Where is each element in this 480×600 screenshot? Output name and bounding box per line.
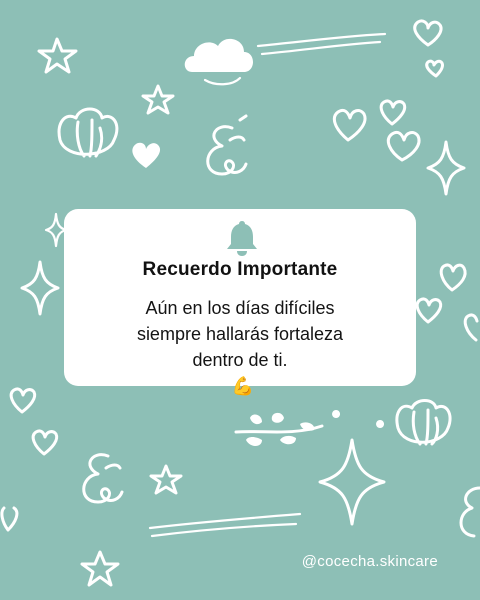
heart-doodle <box>386 130 421 162</box>
heart-doodle <box>439 263 467 292</box>
flower-doodle <box>57 107 119 158</box>
bell-icon <box>227 221 257 256</box>
stroke-lines-doodle <box>148 512 302 538</box>
social-handle: @cocecha.skincare <box>301 553 438 570</box>
star-doodle <box>149 464 183 495</box>
message-line: dentro de ti. <box>192 350 288 370</box>
heart-doodle <box>415 297 443 324</box>
swirl-doodle <box>228 135 246 142</box>
heart-doodle <box>425 59 444 78</box>
cloud-shadow-doodle <box>203 76 242 86</box>
flexed-biceps-icon: 💪 <box>231 376 255 396</box>
message-line: Aún en los días difíciles <box>145 298 335 318</box>
message-line-last: dentro de ti. 💪 <box>104 347 376 399</box>
message-line: siempre hallarás fortaleza <box>136 324 344 344</box>
cloud-doodle <box>184 38 253 72</box>
card-message: Aún en los días difíciles siempre hallar… <box>104 295 376 399</box>
swirl-doodle <box>104 463 122 470</box>
swirl-doodle <box>459 486 480 538</box>
star-doodle <box>80 550 120 587</box>
sparkle-doodle <box>44 212 68 248</box>
heart-doodle <box>379 99 407 126</box>
heart-doodle <box>463 313 479 342</box>
poster-canvas: Recuerdo Importante Aún en los días difí… <box>0 0 480 600</box>
heart-doodle <box>413 19 443 47</box>
flower-doodle <box>395 399 452 446</box>
heart-doodle <box>31 429 59 456</box>
dot-doodle <box>376 420 385 428</box>
swirl-doodle <box>206 114 248 176</box>
heart-doodle <box>9 387 37 414</box>
leaf-doodle <box>246 410 341 446</box>
swirl-doodle <box>82 453 124 504</box>
heart-doodle <box>0 506 19 532</box>
sparkle-doodle <box>426 140 466 196</box>
reminder-card: Recuerdo Importante Aún en los días difí… <box>64 209 416 396</box>
card-title: Recuerdo Importante <box>142 259 338 280</box>
star-doodle <box>141 84 175 115</box>
sparkle-doodle <box>20 260 60 316</box>
star-doodle <box>37 37 78 74</box>
heart-doodle <box>332 108 367 142</box>
stroke-lines-doodle <box>256 32 387 56</box>
heart-doodle <box>132 142 161 168</box>
sparkle-doodle <box>318 438 386 526</box>
